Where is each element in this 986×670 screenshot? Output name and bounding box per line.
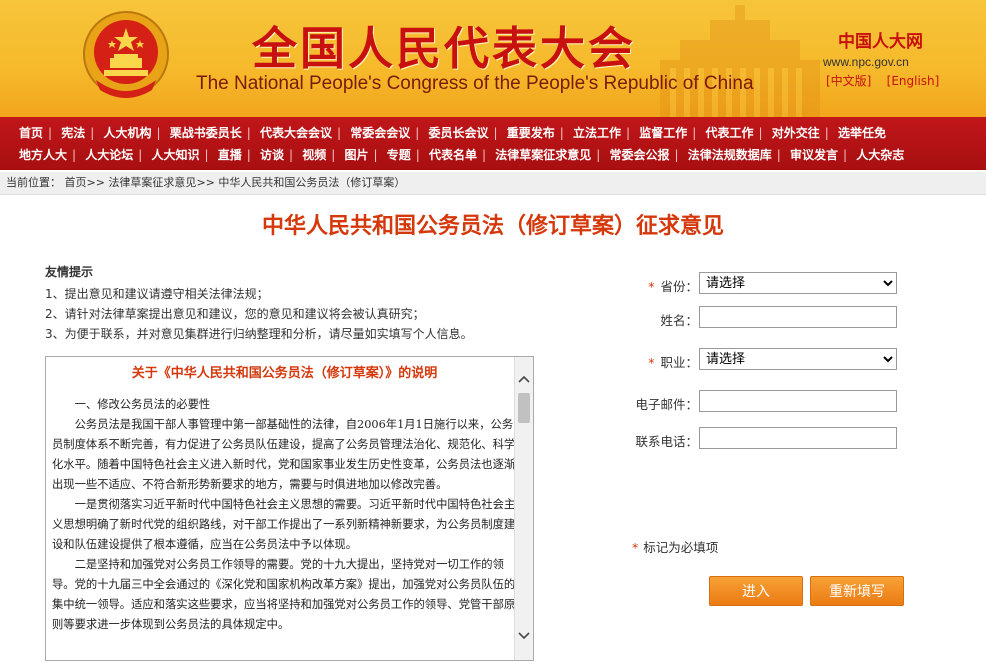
page-title: 中华人民共和国公务员法（修订草案）征求意见 — [261, 214, 724, 239]
lang-chinese-link[interactable]: [中文版] — [826, 74, 871, 88]
nav-item[interactable]: 法律法规数据库 — [683, 144, 777, 166]
doc-paragraph: 一是贯彻落实习近平新时代中国特色社会主义思想的需要。习近平新时代中国特色社会主义… — [52, 498, 516, 551]
site-title-english: The National People's Congress of the Pe… — [196, 73, 754, 94]
nav-item[interactable]: 专题 — [382, 144, 416, 166]
doc-paragraph: 一、修改公务员法的必要性 — [52, 398, 211, 411]
nav-item[interactable]: 图片 — [340, 144, 374, 166]
email-input[interactable] — [699, 390, 897, 412]
nav-item[interactable]: 重要发布 — [502, 122, 560, 144]
phone-input[interactable] — [699, 427, 897, 449]
nav-row-2: 地方人大 | 人大论坛 | 人大知识 | 直播 | 访谈 | 视频 | 图片 | 专题 | 代表… — [14, 144, 909, 166]
breadcrumb-prefix: 当前位置： — [6, 176, 61, 189]
doc-scrollbar[interactable] — [514, 357, 533, 660]
nav-item[interactable]: 人大机构 — [99, 122, 157, 144]
scrollbar-thumb[interactable] — [518, 393, 530, 423]
province-label: 省份： — [660, 279, 698, 294]
required-asterisk: * — [648, 279, 655, 294]
doc-paragraph: 二是坚持和加强党对公务员工作领导的需要。党的十九大提出，坚持党对一切工作的领导。… — [52, 558, 516, 631]
required-asterisk: * — [648, 355, 655, 370]
tip-item: 1、提出意见和建议请遵守相关法律法规； — [45, 287, 269, 301]
submit-button[interactable]: 进入 — [709, 576, 803, 606]
nav-item[interactable]: 地方人大 — [14, 144, 72, 166]
phone-label: 联系电话： — [635, 434, 698, 449]
nav-item[interactable]: 监督工作 — [634, 122, 692, 144]
required-asterisk: * — [632, 540, 639, 555]
name-row: 姓名： — [600, 306, 930, 330]
province-row: * 省份： 请选择 — [600, 272, 930, 296]
nav-item[interactable]: 委员长会议 — [424, 122, 494, 144]
job-select[interactable]: 请选择 — [699, 348, 897, 370]
nav-item[interactable]: 视频 — [297, 144, 331, 166]
name-label: 姓名： — [660, 313, 698, 328]
nav-item[interactable]: 审议发言 — [785, 144, 843, 166]
phone-row: 联系电话： — [600, 427, 930, 451]
draft-explanation-box[interactable]: 关于《中华人民共和国公务员法（修订草案）》的说明 一、修改公务员法的必要性 公务… — [45, 356, 534, 661]
name-input[interactable] — [699, 306, 897, 328]
nav-item[interactable]: 对外交往 — [767, 122, 825, 144]
doc-paragraph: 公务员法是我国干部人事管理中第一部基础性的法律，自2006年1月1日施行以来，公… — [52, 418, 516, 491]
lang-english-link[interactable]: [English] — [887, 74, 940, 88]
nav-item[interactable]: 代表工作 — [701, 122, 759, 144]
nav-item[interactable]: 人大知识 — [147, 144, 205, 166]
breadcrumb: 当前位置： 首页>> 法律草案征求意见>> 中华人民共和国公务员法（修订草案） — [0, 172, 986, 195]
nav-item[interactable]: 人大论坛 — [80, 144, 138, 166]
job-row: * 职业： 请选择 — [600, 348, 930, 372]
main-navigation: 首页 | 宪法 | 人大机构 | 栗战书委员长 | 代表大会会议 | 常委会会议 | 委员长… — [0, 117, 986, 170]
nav-row-1: 首页 | 宪法 | 人大机构 | 栗战书委员长 | 代表大会会议 | 常委会会议 | 委员长… — [14, 122, 891, 144]
nav-item[interactable]: 法律草案征求意见 — [490, 144, 596, 166]
nav-item[interactable]: 人大杂志 — [851, 144, 909, 166]
nav-item[interactable]: 代表名单 — [424, 144, 482, 166]
scroll-up-arrow-icon[interactable] — [515, 371, 533, 389]
nav-item[interactable]: 宪法 — [56, 122, 90, 144]
job-label: 职业： — [660, 355, 698, 370]
site-title-chinese: 全国人民代表大会 — [252, 22, 637, 75]
site-url: www.npc.gov.cn — [823, 55, 909, 69]
email-row: 电子邮件： — [600, 390, 930, 414]
province-select[interactable]: 请选择 — [699, 272, 897, 294]
nav-item[interactable]: 访谈 — [255, 144, 289, 166]
national-emblem-icon — [83, 11, 169, 98]
nav-item[interactable]: 栗战书委员长 — [165, 122, 247, 144]
tip-item: 2、请针对法律草案提出意见和建议，您的意见和建议将会被认真研究； — [45, 307, 425, 321]
scroll-down-arrow-icon[interactable] — [515, 628, 533, 646]
great-hall-illustration — [660, 5, 820, 117]
reset-button[interactable]: 重新填写 — [810, 576, 904, 606]
email-label: 电子邮件： — [635, 397, 698, 412]
breadcrumb-home-link[interactable]: 首页 — [65, 176, 87, 189]
nav-item[interactable]: 常委会公报 — [605, 144, 675, 166]
tip-item: 3、为便于联系，并对意见集群进行归纳整理和分析，请尽量如实填写个人信息。 — [45, 327, 473, 341]
nav-item[interactable]: 直播 — [213, 144, 247, 166]
nav-item[interactable]: 立法工作 — [568, 122, 626, 144]
tips-heading: 友情提示 — [45, 265, 94, 279]
nav-item[interactable]: 代表大会会议 — [255, 122, 337, 144]
required-note: * 标记为必填项 — [632, 537, 718, 556]
language-switcher: [中文版] [English] — [826, 72, 939, 89]
required-note-text: 标记为必填项 — [643, 540, 719, 555]
site-name-logo: 中国人大网 — [838, 32, 923, 52]
draft-explanation-title: 关于《中华人民共和国公务员法（修订草案）》的说明 — [131, 366, 438, 381]
nav-item[interactable]: 首页 — [14, 122, 48, 144]
breadcrumb-current: 中华人民共和国公务员法（修订草案） — [218, 176, 406, 189]
nav-item[interactable]: 常委会会议 — [345, 122, 415, 144]
site-header: 全国人民代表大会 The National People's Congress … — [0, 0, 986, 117]
draft-explanation-content: 关于《中华人民共和国公务员法（修订草案）》的说明 一、修改公务员法的必要性 公务… — [46, 357, 517, 635]
friendly-tips: 友情提示 1、提出意见和建议请遵守相关法律法规； 2、请针对法律草案提出意见和建… — [45, 263, 555, 344]
breadcrumb-section-link[interactable]: 法律草案征求意见 — [108, 176, 196, 189]
nav-item[interactable]: 选举任免 — [833, 122, 891, 144]
